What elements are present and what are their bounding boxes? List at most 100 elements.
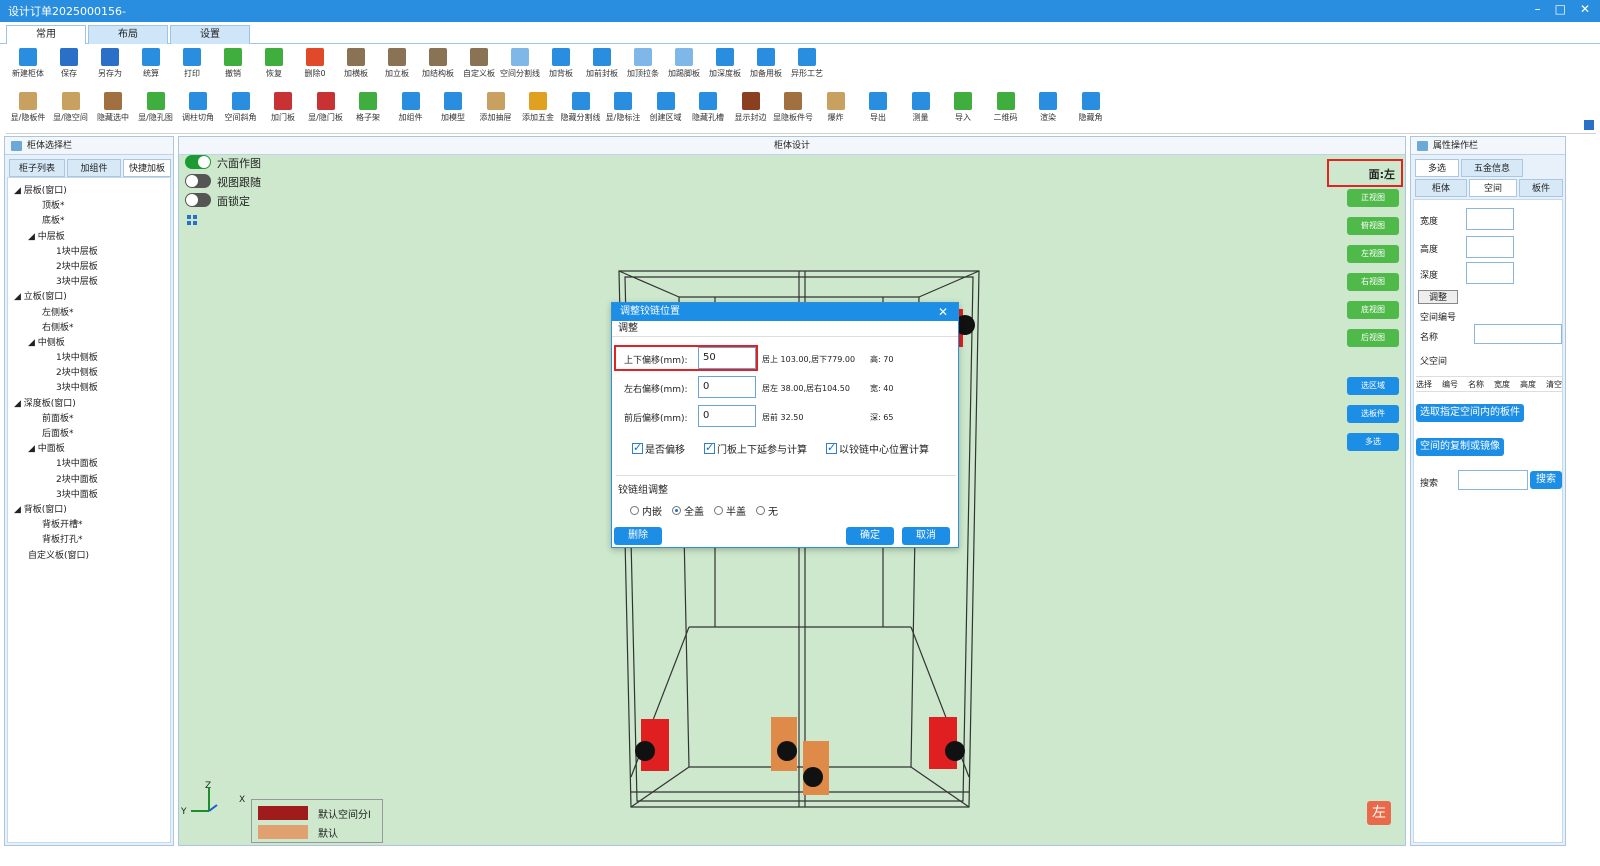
toolbar-button-0-3[interactable]: 统算 [129,44,173,82]
toolbar-button-1-1[interactable]: 显/隐空间 [49,88,93,126]
adjust-button[interactable]: 调整 [1418,290,1458,304]
tab-hardware-info[interactable]: 五金信息 [1461,159,1523,177]
view-orientation-badge[interactable]: 左 [1367,801,1391,825]
toolbar-button-0-0[interactable]: 新建柜体 [6,44,50,82]
cancel-button[interactable]: 取消 [902,527,950,545]
copy-mirror-space-button[interactable]: 空间的复制或镜像 [1416,438,1504,456]
radio-inset[interactable]: 内嵌 [630,503,662,518]
width-input[interactable] [1466,208,1514,230]
tree-item[interactable]: 1块中层板 [14,245,98,260]
tree-item[interactable]: ◢ 层板(窗口) [14,184,98,199]
toolbar-button-1-6[interactable]: 加门板 [261,88,305,126]
tree-item[interactable]: 1块中面板 [14,457,98,472]
tree-item[interactable]: 3块中面板 [14,488,98,503]
tab-add-component[interactable]: 加组件 [67,159,121,177]
toolbar-button-1-19[interactable]: 爆炸 [814,88,858,126]
toolbar-button-1-2[interactable]: 隐藏选中 [91,88,135,126]
toolbar-button-1-17[interactable]: 显示封边 [729,88,773,126]
toolbar-button-1-16[interactable]: 隐藏孔槽 [686,88,730,126]
tab-cabinet[interactable]: 柜体 [1415,179,1467,197]
toolbar-button-0-11[interactable]: 自定义板 [457,44,501,82]
toolbar-button-0-9[interactable]: 加立板 [375,44,419,82]
radio-half-overlay[interactable]: 半盖 [714,503,746,518]
toolbar-button-1-9[interactable]: 加组件 [389,88,433,126]
toolbar-button-0-12[interactable]: 空间分割线 [498,44,542,82]
toolbar-button-0-13[interactable]: 加背板 [539,44,583,82]
tree-item[interactable]: 1块中侧板 [14,351,98,366]
tree-item[interactable]: 左侧板* [14,306,98,321]
tree-item[interactable]: 3块中层板 [14,275,98,290]
tab-cabinet-list[interactable]: 柜子列表 [9,159,65,177]
toolbar-button-1-10[interactable]: 加模型 [431,88,475,126]
toolbar-button-1-21[interactable]: 测量 [899,88,943,126]
tree-item[interactable]: ◢ 中层板 [14,230,98,245]
tree-item[interactable]: ◢ 深度板(窗口) [14,397,98,412]
toolbar-button-1-13[interactable]: 隐藏分割线 [559,88,603,126]
vertical-offset-input[interactable]: 50 [698,347,756,369]
tree-item[interactable]: 前面板* [14,412,98,427]
toolbar-button-1-25[interactable]: 隐藏角 [1069,88,1113,126]
tab-layout[interactable]: 布局 [88,25,168,44]
toolbar-button-1-11[interactable]: 添加抽屉 [474,88,518,126]
tree-item[interactable]: 自定义板(窗口) [14,549,98,564]
toolbar-button-0-17[interactable]: 加深度板 [703,44,747,82]
toolbar-button-1-0[interactable]: 显/隐板件 [6,88,50,126]
toolbar-button-0-18[interactable]: 加备用板 [744,44,788,82]
tree-item[interactable]: ◢ 立板(窗口) [14,290,98,305]
depth-input[interactable] [1466,262,1514,284]
radio-full-overlay[interactable]: 全盖 [672,503,704,518]
toolbar-button-1-7[interactable]: 显/隐门板 [304,88,348,126]
tree-item[interactable]: 底板* [14,214,98,229]
height-input[interactable] [1466,236,1514,258]
toolbar-button-0-14[interactable]: 加前封板 [580,44,624,82]
toolbar-button-1-5[interactable]: 空间斜角 [219,88,263,126]
search-input[interactable] [1458,470,1528,490]
hinge-center-checkbox[interactable]: 以铰链中心位置计算 [826,441,929,456]
toolbar-button-0-16[interactable]: 加踢脚板 [662,44,706,82]
toolbar-button-1-22[interactable]: 导入 [941,88,985,126]
toolbar-button-1-24[interactable]: 渲染 [1026,88,1070,126]
tab-board[interactable]: 板件 [1519,179,1563,197]
toolbar-button-1-12[interactable]: 添加五金 [516,88,560,126]
toolbar-button-0-7[interactable]: 删除0 [293,44,337,82]
toolbar-button-1-18[interactable]: 显隐板件号 [771,88,815,126]
toolbar-button-1-14[interactable]: 显/隐标注 [601,88,645,126]
tree-item[interactable]: 背板打孔* [14,533,98,548]
tree-item[interactable]: ◢ 中侧板 [14,336,98,351]
toolbar-button-1-15[interactable]: 创建区域 [644,88,688,126]
dialog-close-icon[interactable]: ✕ [938,303,948,321]
toolbar-button-1-23[interactable]: 二维码 [984,88,1028,126]
toolbar-button-1-3[interactable]: 显/隐孔图 [134,88,178,126]
toolbar-button-0-4[interactable]: 打印 [170,44,214,82]
toolbar-button-1-20[interactable]: 导出 [856,88,900,126]
toolbar-button-1-4[interactable]: 调柱切角 [176,88,220,126]
tab-space[interactable]: 空间 [1469,179,1517,197]
door-extend-checkbox[interactable]: 门板上下延参与计算 [704,441,807,456]
select-boards-in-space-button[interactable]: 选取指定空间内的板件 [1416,404,1524,422]
depth-offset-input[interactable]: 0 [698,405,756,427]
tree-item[interactable]: 2块中侧板 [14,366,98,381]
maximize-icon[interactable]: □ [1555,2,1566,16]
tree-item[interactable]: 背板开槽* [14,518,98,533]
close-icon[interactable]: ✕ [1580,2,1590,16]
tab-quick-add-board[interactable]: 快捷加板 [123,159,171,177]
cabinet-design-view[interactable]: 柜体设计 六面作图 视图跟随 面锁定 面:左 正视图 俯视图 左视图 右视图 底… [178,136,1406,846]
toolbar-button-0-8[interactable]: 加横板 [334,44,378,82]
tree-item[interactable]: 右侧板* [14,321,98,336]
name-input[interactable] [1474,324,1562,344]
tab-common[interactable]: 常用 [6,25,86,45]
toolbar-button-0-10[interactable]: 加结构板 [416,44,460,82]
tree-item[interactable]: 顶板* [14,199,98,214]
toolbar-button-0-1[interactable]: 保存 [47,44,91,82]
toolbar-button-0-2[interactable]: 另存为 [88,44,132,82]
tree-item[interactable]: 后面板* [14,427,98,442]
toolbar-button-0-6[interactable]: 恢复 [252,44,296,82]
tree-item[interactable]: ◢ 背板(窗口) [14,503,98,518]
toolbar-button-1-8[interactable]: 格子架 [346,88,390,126]
tree-item[interactable]: 2块中层板 [14,260,98,275]
minimize-icon[interactable]: – [1535,2,1541,16]
layout-grid-icon[interactable] [1584,120,1594,130]
radio-none[interactable]: 无 [756,503,778,518]
ok-button[interactable]: 确定 [846,527,894,545]
toolbar-button-0-15[interactable]: 加顶拉条 [621,44,665,82]
